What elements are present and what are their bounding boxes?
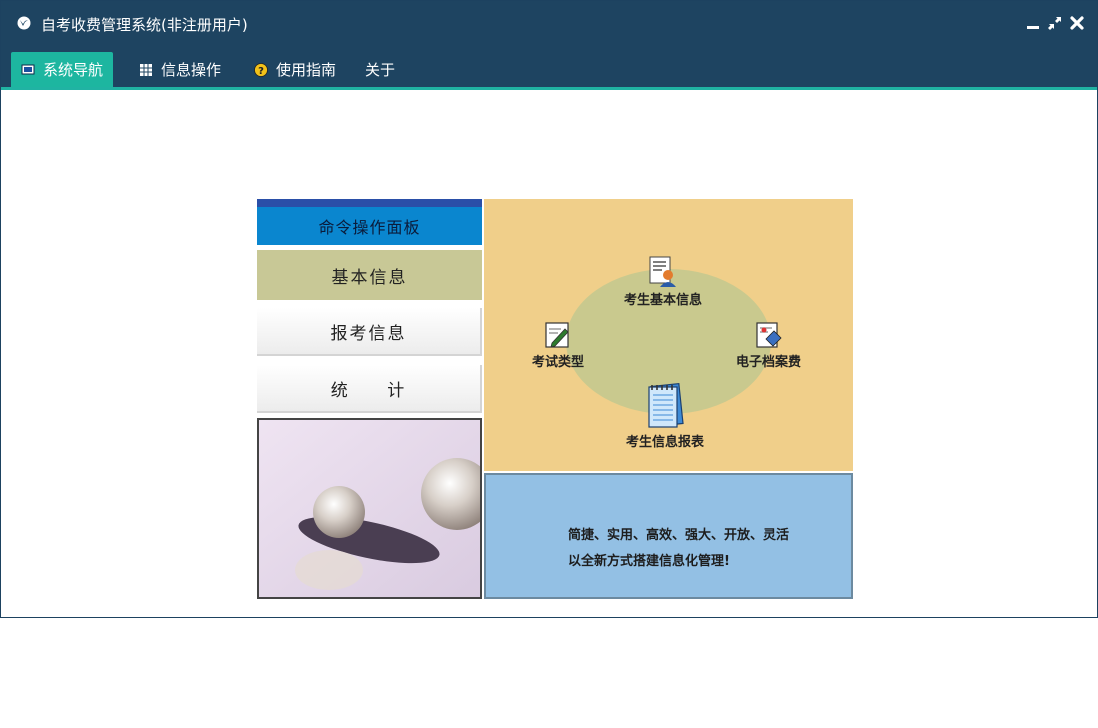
pencil-document-icon — [545, 322, 569, 348]
statistics-label: 统 计 — [330, 380, 407, 401]
student-report-feature[interactable]: 考生信息报表 — [626, 381, 704, 450]
archive-document-icon — [755, 322, 782, 348]
exam-type-feature[interactable]: 考试类型 — [532, 321, 584, 370]
apply-info-button[interactable]: 报考信息 — [257, 308, 482, 356]
decorative-spheres-image — [257, 418, 482, 599]
panel-left-column: 命令操作面板 基本信息 报考信息 统 计 — [257, 199, 482, 599]
student-info-feature[interactable]: 考生基本信息 — [624, 255, 702, 308]
menu-info-ops[interactable]: 信息操作 — [139, 52, 221, 87]
app-logo-icon — [17, 16, 31, 30]
feature-area: 考生基本信息 考试类型 电子档案费 考生信息报表 — [484, 199, 853, 471]
feature-label: 考生基本信息 — [624, 293, 703, 308]
menu-system-nav[interactable]: 系统导航 — [11, 52, 114, 87]
svg-text:?: ? — [258, 66, 264, 77]
student-card-icon — [649, 256, 676, 287]
menu-label: 系统导航 — [43, 61, 104, 79]
help-icon: ? — [254, 62, 268, 77]
menu-bar: 系统导航 信息操作 ? 使用指南 关于 — [1, 45, 1097, 90]
menu-user-guide[interactable]: ? 使用指南 — [254, 52, 336, 87]
title-bar[interactable]: 自考收费管理系统(非注册用户) — [1, 1, 1097, 45]
main-window: 自考收费管理系统(非注册用户) 系统导航 信息操作 ? 使用指南 关于 命令操作… — [0, 0, 1098, 618]
close-icon[interactable] — [1069, 15, 1085, 31]
basic-info-button[interactable]: 基本信息 — [257, 250, 482, 300]
monitor-icon — [21, 64, 35, 74]
window-title: 自考收费管理系统(非注册用户) — [41, 16, 248, 34]
notepad-icon — [648, 382, 684, 428]
command-panel: 命令操作面板 基本信息 报考信息 统 计 考生基本信息 考试类型 电子档案费 考… — [257, 199, 853, 599]
panel-header: 命令操作面板 — [257, 199, 482, 245]
slogan-area: 简捷、实用、高效、强大、开放、灵活 以全新方式搭建信息化管理! — [484, 473, 853, 599]
feature-label: 考试类型 — [532, 355, 585, 370]
archive-fee-feature[interactable]: 电子档案费 — [736, 321, 801, 370]
menu-label: 使用指南 — [276, 61, 337, 79]
feature-label: 电子档案费 — [736, 355, 802, 370]
menu-about[interactable]: 关于 — [365, 52, 395, 87]
menu-label: 信息操作 — [161, 61, 222, 79]
slogan-line-1: 简捷、实用、高效、强大、开放、灵活 — [568, 528, 790, 543]
restore-icon[interactable] — [1047, 15, 1063, 31]
statistics-button[interactable]: 统 计 — [257, 365, 482, 413]
feature-label: 考生信息报表 — [626, 435, 705, 450]
grid-icon — [140, 63, 152, 76]
menu-label: 关于 — [365, 61, 396, 79]
slogan-line-2: 以全新方式搭建信息化管理! — [568, 554, 730, 569]
minimize-icon[interactable] — [1025, 15, 1041, 31]
